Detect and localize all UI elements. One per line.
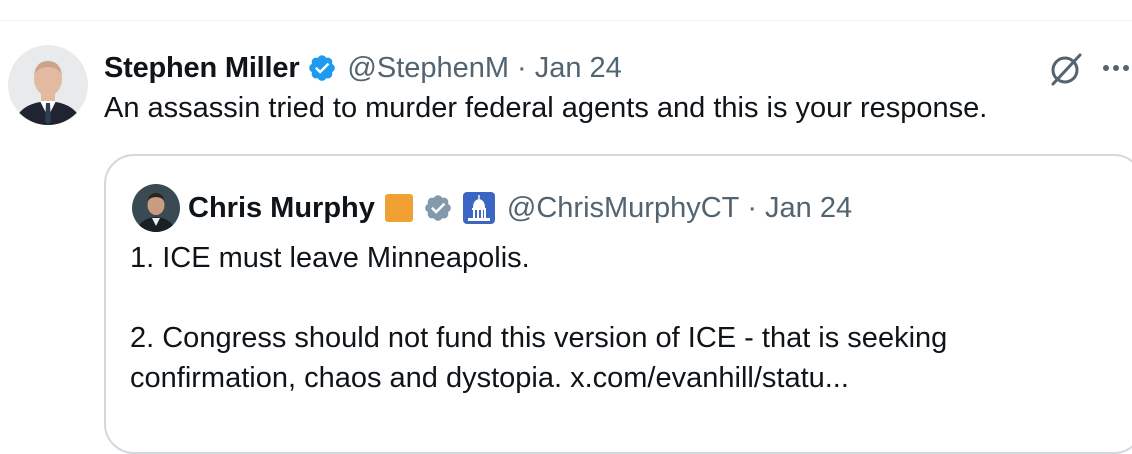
tweet-date[interactable]: Jan 24 [535,52,622,85]
quoted-text-line-1: 1. ICE must leave Minneapolis. [130,242,530,274]
verified-badge-icon[interactable] [307,53,337,83]
quoted-text-line-3[interactable]: confirmation, chaos and dystopia. x.com/… [130,362,849,395]
avatar[interactable] [8,45,88,125]
quoted-date: Jan 24 [765,191,853,224]
separator-dot: · [517,51,527,84]
quoted-author-handle: @ChrisMurphyCT [506,191,740,224]
tweet-header: Stephen Miller @StephenM · Jan 24 [104,48,622,88]
gray-verified-badge-icon [423,193,453,223]
quoted-avatar [132,184,180,232]
orange-square-emoji [384,194,413,222]
author-handle[interactable]: @StephenM [347,52,509,85]
quoted-separator-dot: · [747,191,758,224]
quoted-text-line-2: 2. Congress should not fund this version… [130,322,948,354]
quoted-tweet-card[interactable]: Chris Murphy @ChrisMurphyCT · Jan 24 1. … [104,154,1132,454]
author-name[interactable]: Stephen Miller [104,52,300,85]
more-options-icon[interactable] [1101,56,1132,80]
capitol-emoji-icon [462,192,495,224]
quoted-header: Chris Murphy @ChrisMurphyCT · Jan 24 [188,188,852,228]
grok-icon[interactable] [1047,50,1085,88]
tweet-text: An assassin tried to murder federal agen… [104,92,988,124]
quoted-author-name: Chris Murphy [188,191,375,224]
top-divider [0,20,1132,21]
